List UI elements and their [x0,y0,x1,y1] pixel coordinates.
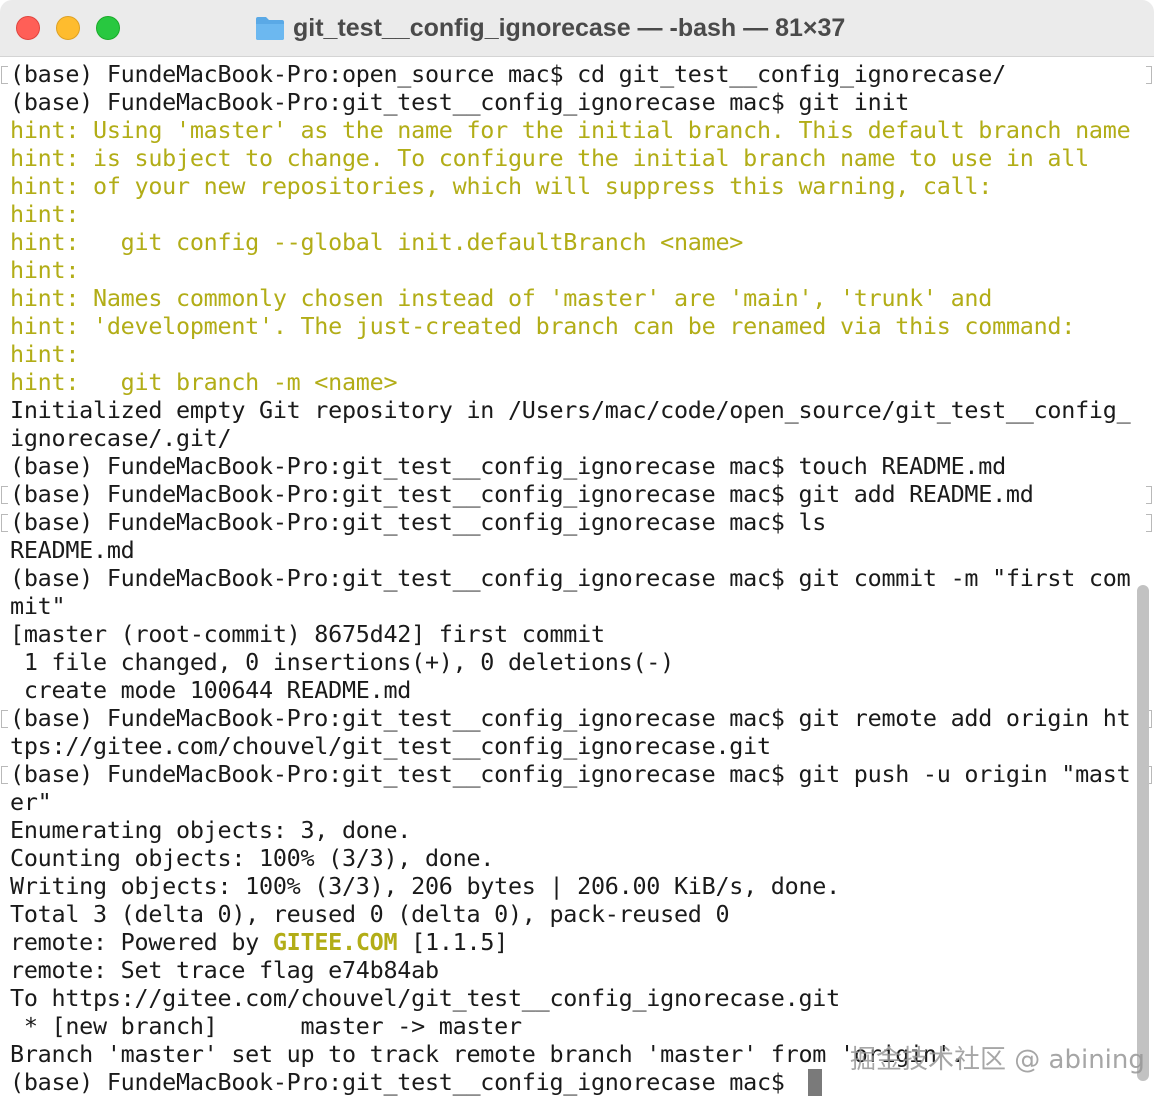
terminal-line: Enumerating objects: 3, done. [10,816,412,844]
gitee-brand: GITEE.COM [272,928,398,956]
terminal-line: Branch 'master' set up to track remote b… [10,1040,965,1068]
terminal-output[interactable]: (base) FundeMacBook-Pro:open_source mac$… [0,60,1154,1106]
command-mark-right [1146,66,1152,84]
command-mark-left [1,66,8,84]
terminal-window: git_test__config_ignorecase — -bash — 81… [0,0,1154,1106]
terminal-line: ignorecase/.git/ [10,424,232,452]
command-mark-left [1,486,8,504]
terminal-line: remote: Set trace flag e74b84ab [10,956,439,984]
terminal-line: Writing objects: 100% (3/3), 206 bytes |… [10,872,840,900]
terminal-line: hint: of your new repositories, which wi… [10,172,993,200]
terminal-line: (base) FundeMacBook-Pro:git_test__config… [10,452,1006,480]
watermark: 掘金技术社区 @ abining [850,1045,1145,1075]
terminal-line: Total 3 (delta 0), reused 0 (delta 0), p… [10,900,730,928]
terminal-line: hint: Names commonly chosen instead of '… [10,284,993,312]
terminal-line: 1 file changed, 0 insertions(+), 0 delet… [10,648,674,676]
terminal-line: To https://gitee.com/chouvel/git_test__c… [10,984,840,1012]
folder-icon [256,17,284,40]
terminal-line: hint: Using 'master' as the name for the… [10,116,1131,144]
terminal-line: Initialized empty Git repository in /Use… [10,396,1131,424]
terminal-line: (base) FundeMacBook-Pro:git_test__config… [10,760,1131,788]
window-title: git_test__config_ignorecase — -bash — 81… [255,10,845,46]
terminal-line: hint: 'development'. The just-created br… [10,312,1076,340]
terminal-line: remote: Powered by GITEE.COM [1.1.5] [10,928,508,956]
command-mark-left [1,514,8,532]
remote-powered-by-text: remote: Powered by [10,928,273,956]
terminal-line: (base) FundeMacBook-Pro:git_test__config… [10,480,1034,508]
terminal-line: tps://gitee.com/chouvel/git_test__config… [10,732,771,760]
command-mark-right [1146,514,1152,532]
terminal-line: hint: [10,256,80,284]
terminal-line: create mode 100644 README.md [10,676,412,704]
terminal-line: er" [10,788,52,816]
zoom-button[interactable] [96,16,120,40]
terminal-line: hint: [10,200,80,228]
window-title-text: git_test__config_ignorecase — -bash — 81… [293,13,846,42]
terminal-line: Counting objects: 100% (3/3), done. [10,844,495,872]
command-mark-left [1,766,8,784]
terminal-line: hint: git branch -m <name> [10,368,398,396]
terminal-line: (base) FundeMacBook-Pro:git_test__config… [10,88,910,116]
terminal-line: mit" [10,592,66,620]
command-mark-right [1146,486,1152,504]
terminal-line: * [new branch] master -> master [10,1012,522,1040]
command-mark-left [1,710,8,728]
gitee-version: [1.1.5] [397,928,508,956]
terminal-line: hint: [10,340,80,368]
terminal-line: (base) FundeMacBook-Pro:git_test__config… [10,704,1131,732]
terminal-line: (base) FundeMacBook-Pro:open_source mac$… [10,60,1006,88]
title-bar[interactable]: git_test__config_ignorecase — -bash — 81… [0,0,1154,57]
terminal-line: [master (root-commit) 8675d42] first com… [10,620,605,648]
terminal-line: README.md [10,536,135,564]
scrollbar-thumb[interactable] [1137,585,1149,1081]
text-cursor [808,1069,822,1096]
terminal-line: (base) FundeMacBook-Pro:git_test__config… [10,564,1131,592]
terminal-prompt: (base) FundeMacBook-Pro:git_test__config… [10,1068,799,1096]
terminal-line: (base) FundeMacBook-Pro:git_test__config… [10,508,827,536]
close-button[interactable] [16,16,40,40]
minimize-button[interactable] [56,16,80,40]
terminal-line: hint: git config --global init.defaultBr… [10,228,744,256]
terminal-line: hint: is subject to change. To configure… [10,144,1089,172]
